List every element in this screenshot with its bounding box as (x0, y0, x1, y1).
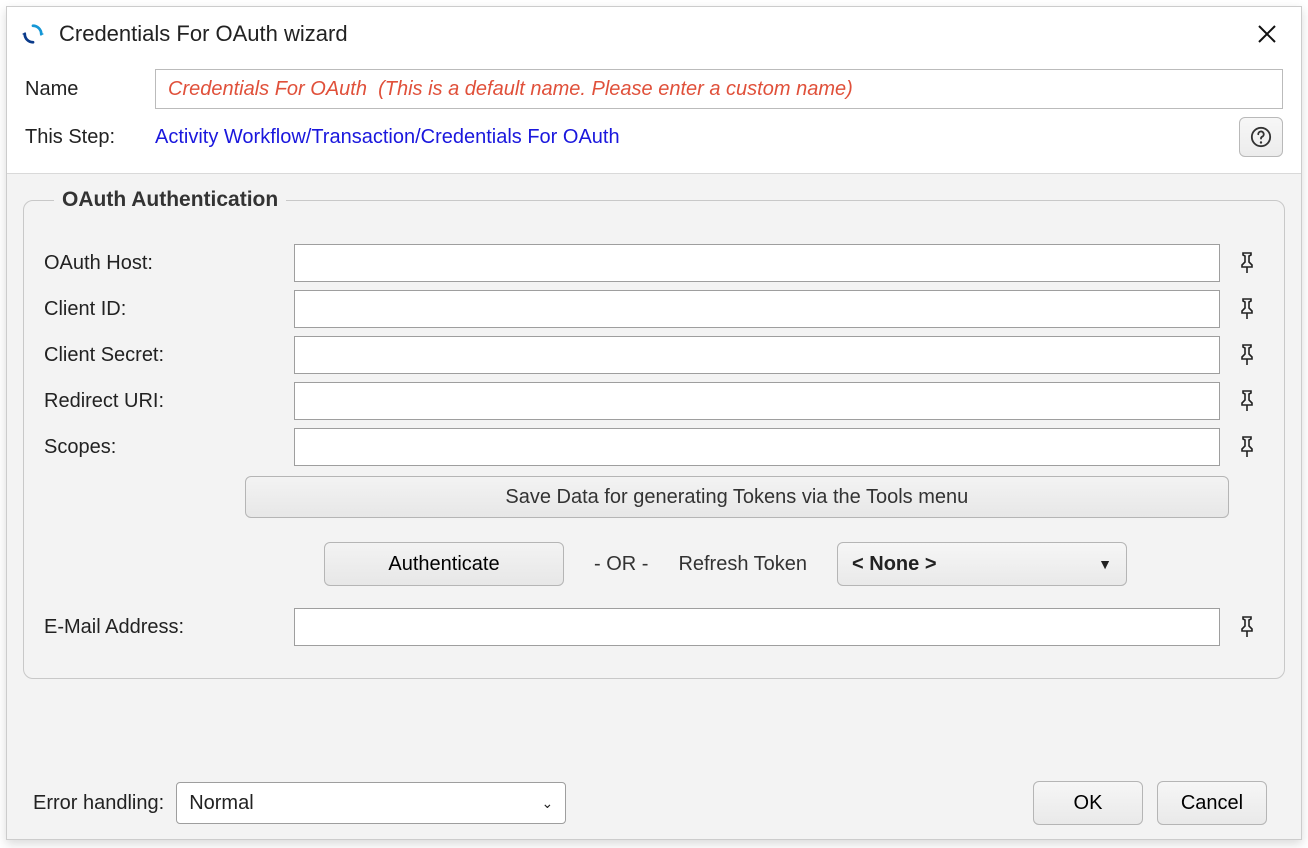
pin-icon[interactable] (1230, 292, 1264, 326)
oauth-group: OAuth Authentication OAuth Host: Client … (23, 188, 1285, 679)
chevron-down-icon: ▼ (1098, 556, 1112, 572)
body-area: OAuth Authentication OAuth Host: Client … (7, 174, 1301, 839)
name-label: Name (25, 78, 155, 101)
scopes-label: Scopes: (44, 436, 294, 459)
dialog-window: Credentials For OAuth wizard Name This S… (6, 6, 1302, 840)
ok-button[interactable]: OK (1033, 781, 1143, 825)
scopes-input[interactable] (294, 428, 1220, 466)
pin-icon[interactable] (1230, 610, 1264, 644)
refresh-token-value: < None > (852, 553, 936, 576)
pin-icon[interactable] (1230, 384, 1264, 418)
refresh-token-label: Refresh Token (678, 553, 807, 576)
client-id-input[interactable] (294, 290, 1220, 328)
email-label: E-Mail Address: (44, 616, 294, 639)
close-button[interactable] (1247, 14, 1287, 54)
header-section: Name This Step: Activity Workflow/Transa… (7, 57, 1301, 174)
step-label: This Step: (25, 126, 155, 149)
titlebar: Credentials For OAuth wizard (7, 7, 1301, 57)
error-handling-value: Normal (189, 792, 253, 815)
dialog-title: Credentials For OAuth wizard (59, 21, 1247, 47)
or-separator: - OR - (594, 553, 648, 576)
help-button[interactable] (1239, 117, 1283, 157)
pin-icon[interactable] (1230, 430, 1264, 464)
footer: Error handling: Normal ⌄ OK Cancel (23, 769, 1285, 839)
client-id-label: Client ID: (44, 298, 294, 321)
pin-icon[interactable] (1230, 246, 1264, 280)
client-secret-label: Client Secret: (44, 344, 294, 367)
error-handling-label: Error handling: (33, 792, 164, 815)
cancel-button[interactable]: Cancel (1157, 781, 1267, 825)
name-input[interactable] (155, 69, 1283, 109)
refresh-token-select[interactable]: < None > ▼ (837, 542, 1127, 586)
authenticate-button[interactable]: Authenticate (324, 542, 564, 586)
email-input[interactable] (294, 608, 1220, 646)
group-legend: OAuth Authentication (54, 188, 286, 212)
error-handling-select[interactable]: Normal ⌄ (176, 782, 566, 824)
save-data-button[interactable]: Save Data for generating Tokens via the … (245, 476, 1229, 518)
chevron-down-icon: ⌄ (541, 795, 553, 812)
client-secret-input[interactable] (294, 336, 1220, 374)
step-path-link[interactable]: Activity Workflow/Transaction/Credential… (155, 126, 620, 149)
oauth-host-input[interactable] (294, 244, 1220, 282)
redirect-uri-label: Redirect URI: (44, 390, 294, 413)
app-icon (21, 22, 45, 46)
redirect-uri-input[interactable] (294, 382, 1220, 420)
pin-icon[interactable] (1230, 338, 1264, 372)
oauth-host-label: OAuth Host: (44, 252, 294, 275)
